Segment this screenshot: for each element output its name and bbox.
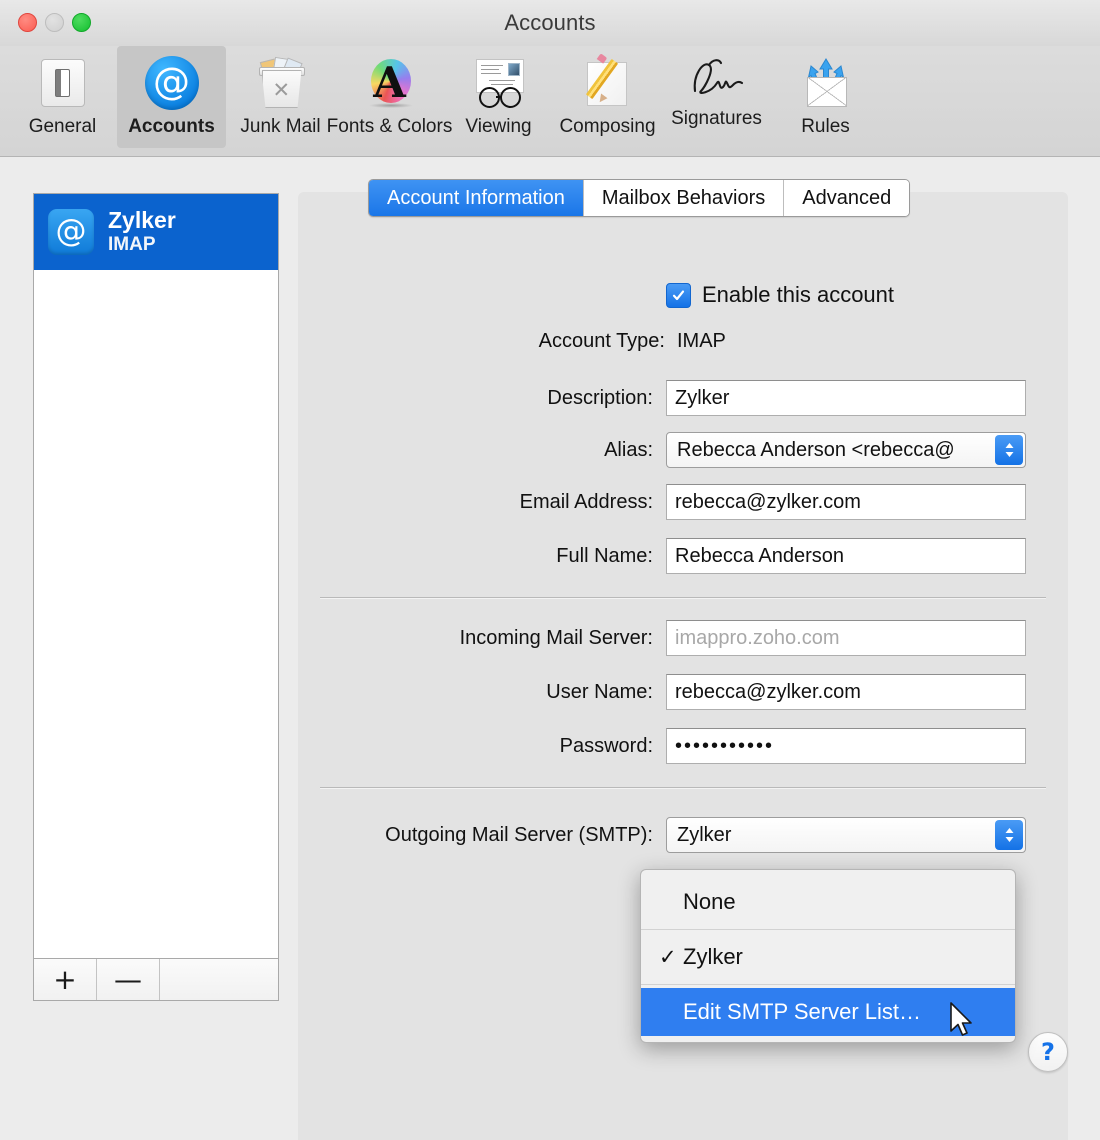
- toolbar-item-general[interactable]: General: [8, 46, 117, 148]
- toolbar-label-signatures: Signatures: [671, 108, 762, 130]
- font-color-ball-icon: A: [361, 54, 419, 112]
- menu-label-none: None: [683, 889, 736, 915]
- account-name: Zylker: [108, 207, 176, 234]
- toolbar-label-fonts-colors: Fonts & Colors: [327, 116, 453, 138]
- outgoing-mail-server-row: Outgoing Mail Server (SMTP): Zylker: [298, 817, 1048, 853]
- toolbar-label-general: General: [29, 116, 97, 138]
- window-title: Accounts: [0, 10, 1100, 36]
- enable-account-row[interactable]: Enable this account: [666, 282, 894, 308]
- toolbar-item-junk-mail[interactable]: ✕ Junk Mail: [226, 46, 335, 148]
- account-list[interactable]: @ Zylker IMAP: [33, 193, 279, 959]
- outgoing-mail-server-popup-button[interactable]: Zylker: [666, 817, 1026, 853]
- alias-popup-button[interactable]: Rebecca Anderson <rebecca@: [666, 432, 1026, 468]
- account-at-sign-icon: @: [48, 209, 94, 255]
- menu-separator-1: [641, 929, 1015, 930]
- toolbar-item-rules[interactable]: Rules: [771, 46, 880, 148]
- toolbar-item-composing[interactable]: Composing: [553, 46, 662, 148]
- envelope-arrows-icon: [797, 54, 855, 112]
- user-name-row: User Name: rebecca@zylker.com: [298, 674, 1048, 710]
- toolbar-label-composing: Composing: [559, 116, 655, 138]
- alias-stepper-icon[interactable]: [995, 435, 1023, 465]
- glasses-icon: [470, 54, 528, 112]
- tab-mailbox-behaviors[interactable]: Mailbox Behaviors: [584, 180, 784, 216]
- accounts-sidebar: @ Zylker IMAP + —: [33, 193, 279, 1113]
- account-list-spacer: [160, 959, 278, 1000]
- full-name-label: Full Name:: [298, 545, 653, 568]
- outgoing-mail-server-stepper-icon[interactable]: [995, 820, 1023, 850]
- tab-account-information[interactable]: Account Information: [369, 180, 584, 216]
- password-row: Password: •••••••••••: [298, 728, 1048, 764]
- window-titlebar: Accounts: [0, 0, 1100, 47]
- preferences-content: @ Zylker IMAP + — Account Information Ma…: [0, 157, 1100, 1140]
- toolbar-label-accounts: Accounts: [128, 116, 215, 138]
- account-tab-bar: Account Information Mailbox Behaviors Ad…: [368, 179, 910, 217]
- user-name-input[interactable]: rebecca@zylker.com: [666, 674, 1026, 710]
- user-name-label: User Name:: [298, 681, 653, 704]
- section-divider-1: [320, 597, 1046, 599]
- alias-label: Alias:: [298, 439, 653, 462]
- alias-value: Rebecca Anderson <rebecca@: [677, 439, 955, 462]
- section-divider-2: [320, 787, 1046, 789]
- add-account-button[interactable]: +: [34, 959, 97, 1000]
- enable-account-checkbox[interactable]: [666, 283, 691, 308]
- account-list-buttons: + —: [33, 959, 279, 1001]
- menu-label-edit-smtp-server-list: Edit SMTP Server List…: [683, 999, 921, 1025]
- incoming-mail-server-row: Incoming Mail Server: imappro.zoho.com: [298, 620, 1048, 656]
- password-label: Password:: [298, 735, 653, 758]
- account-type-label: IMAP: [108, 234, 176, 256]
- email-address-label: Email Address:: [298, 491, 653, 514]
- account-type-label: Account Type:: [298, 330, 665, 353]
- account-list-item-zylker[interactable]: @ Zylker IMAP: [34, 194, 278, 270]
- menu-item-none[interactable]: None: [641, 878, 1015, 926]
- at-sign-icon: @: [143, 54, 201, 112]
- full-name-row: Full Name: Rebecca Anderson: [298, 538, 1048, 574]
- toolbar-item-signatures[interactable]: Signatures: [662, 46, 771, 148]
- toolbar-label-junk-mail: Junk Mail: [240, 116, 320, 138]
- password-input[interactable]: •••••••••••: [666, 728, 1026, 764]
- menu-item-zylker[interactable]: ✓ Zylker: [641, 933, 1015, 981]
- alias-row: Alias: Rebecca Anderson <rebecca@: [298, 432, 1048, 468]
- account-type-value: IMAP: [677, 330, 726, 353]
- accounts-preferences-window: Accounts General @ Accounts ✕: [0, 0, 1100, 1140]
- email-address-input[interactable]: rebecca@zylker.com: [666, 484, 1026, 520]
- menu-separator-2: [641, 984, 1015, 985]
- description-input[interactable]: Zylker: [666, 380, 1026, 416]
- incoming-mail-server-label: Incoming Mail Server:: [298, 627, 653, 650]
- outgoing-mail-server-label: Outgoing Mail Server (SMTP):: [298, 824, 653, 847]
- checkmark-icon: ✓: [659, 945, 683, 969]
- description-label: Description:: [298, 387, 653, 410]
- outgoing-mail-server-value: Zylker: [677, 824, 731, 847]
- general-switch-icon: [34, 54, 92, 112]
- email-address-row: Email Address: rebecca@zylker.com: [298, 484, 1048, 520]
- preferences-toolbar: General @ Accounts ✕ Junk Mail: [0, 46, 1100, 157]
- remove-account-button[interactable]: —: [97, 959, 160, 1000]
- toolbar-item-accounts[interactable]: @ Accounts: [117, 46, 226, 148]
- full-name-input[interactable]: Rebecca Anderson: [666, 538, 1026, 574]
- toolbar-label-viewing: Viewing: [465, 116, 531, 138]
- account-type-row: Account Type: IMAP: [298, 330, 1038, 353]
- incoming-mail-server-input[interactable]: imappro.zoho.com: [666, 620, 1026, 656]
- menu-label-zylker: Zylker: [683, 944, 743, 970]
- pencil-paper-icon: [579, 54, 637, 112]
- trash-can-icon: ✕: [252, 54, 310, 112]
- help-button[interactable]: ?: [1028, 1032, 1068, 1072]
- toolbar-item-fonts-colors[interactable]: A Fonts & Colors: [335, 46, 444, 148]
- toolbar-label-rules: Rules: [801, 116, 850, 138]
- mouse-cursor: [949, 1002, 975, 1040]
- enable-account-label: Enable this account: [702, 282, 894, 308]
- tab-advanced[interactable]: Advanced: [784, 180, 909, 216]
- signature-icon: [688, 54, 746, 104]
- description-row: Description: Zylker: [298, 380, 1048, 416]
- toolbar-item-viewing[interactable]: Viewing: [444, 46, 553, 148]
